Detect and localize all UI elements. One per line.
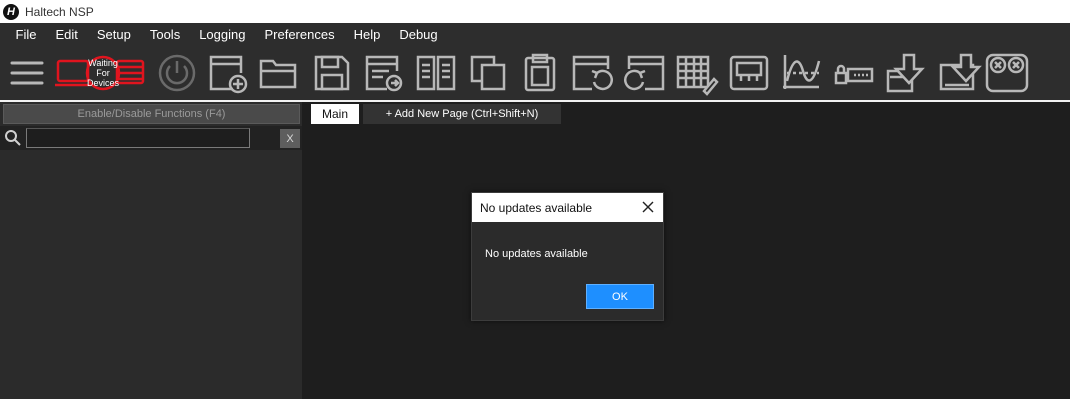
dialog-header: No updates available [472, 193, 663, 222]
no-updates-dialog: No updates available No updates availabl… [471, 192, 664, 321]
search-icon [4, 129, 22, 147]
menu-preferences[interactable]: Preferences [255, 27, 344, 42]
compare-icon[interactable] [414, 51, 458, 95]
save-icon[interactable] [310, 51, 354, 95]
window-title: Haltech NSP [25, 4, 94, 19]
toolbar: Waiting For Devices [0, 45, 1070, 102]
menu-edit[interactable]: Edit [46, 27, 87, 42]
table-edit-icon[interactable] [674, 51, 719, 96]
redo-icon[interactable] [623, 51, 667, 95]
new-project-icon[interactable] [205, 51, 249, 95]
menu-setup[interactable]: Setup [87, 27, 140, 42]
upload-ecu-icon[interactable] [937, 51, 982, 95]
graph-icon[interactable] [779, 51, 823, 95]
power-icon[interactable] [155, 51, 199, 95]
add-new-page-tab[interactable]: + Add New Page (Ctrl+Shift+N) [363, 104, 561, 124]
menu-help[interactable]: Help [344, 27, 390, 42]
ecu-connect-icon[interactable]: Waiting For Devices [55, 51, 147, 95]
search-bar: X [0, 126, 302, 150]
dialog-message: No updates available [485, 248, 588, 260]
menu-tools[interactable]: Tools [140, 27, 189, 42]
tape-icon[interactable] [985, 51, 1029, 95]
left-panel: Enable/Disable Functions (F4) X [0, 102, 302, 399]
dashboard-icon[interactable] [727, 51, 771, 95]
key-icon[interactable] [832, 51, 876, 95]
close-icon[interactable] [641, 200, 655, 214]
haltech-logo-icon: H [3, 3, 19, 20]
paste-icon[interactable] [518, 51, 562, 95]
menu-file[interactable]: File [6, 27, 46, 42]
enable-disable-functions-button[interactable]: Enable/Disable Functions (F4) [3, 104, 300, 124]
undo-icon[interactable] [570, 51, 614, 95]
page-tabs: Main + Add New Page (Ctrl+Shift+N) [302, 102, 1070, 125]
tab-main[interactable]: Main [311, 104, 359, 124]
menu-logging[interactable]: Logging [190, 27, 255, 42]
open-folder-icon[interactable] [257, 51, 301, 95]
menu-debug[interactable]: Debug [390, 27, 447, 42]
connection-status-badge: Waiting For Devices [86, 58, 119, 88]
download-ecu-icon[interactable] [884, 51, 928, 95]
ok-button[interactable]: OK [586, 284, 654, 309]
export-icon[interactable] [361, 51, 405, 95]
copy-icon[interactable] [466, 51, 510, 95]
search-input[interactable] [26, 128, 250, 148]
menu-bar: File Edit Setup Tools Logging Preference… [0, 23, 1070, 45]
clear-search-button[interactable]: X [280, 129, 300, 148]
title-bar: H Haltech NSP [0, 0, 1070, 23]
hamburger-menu-icon[interactable] [6, 51, 50, 95]
dialog-title: No updates available [480, 200, 593, 215]
